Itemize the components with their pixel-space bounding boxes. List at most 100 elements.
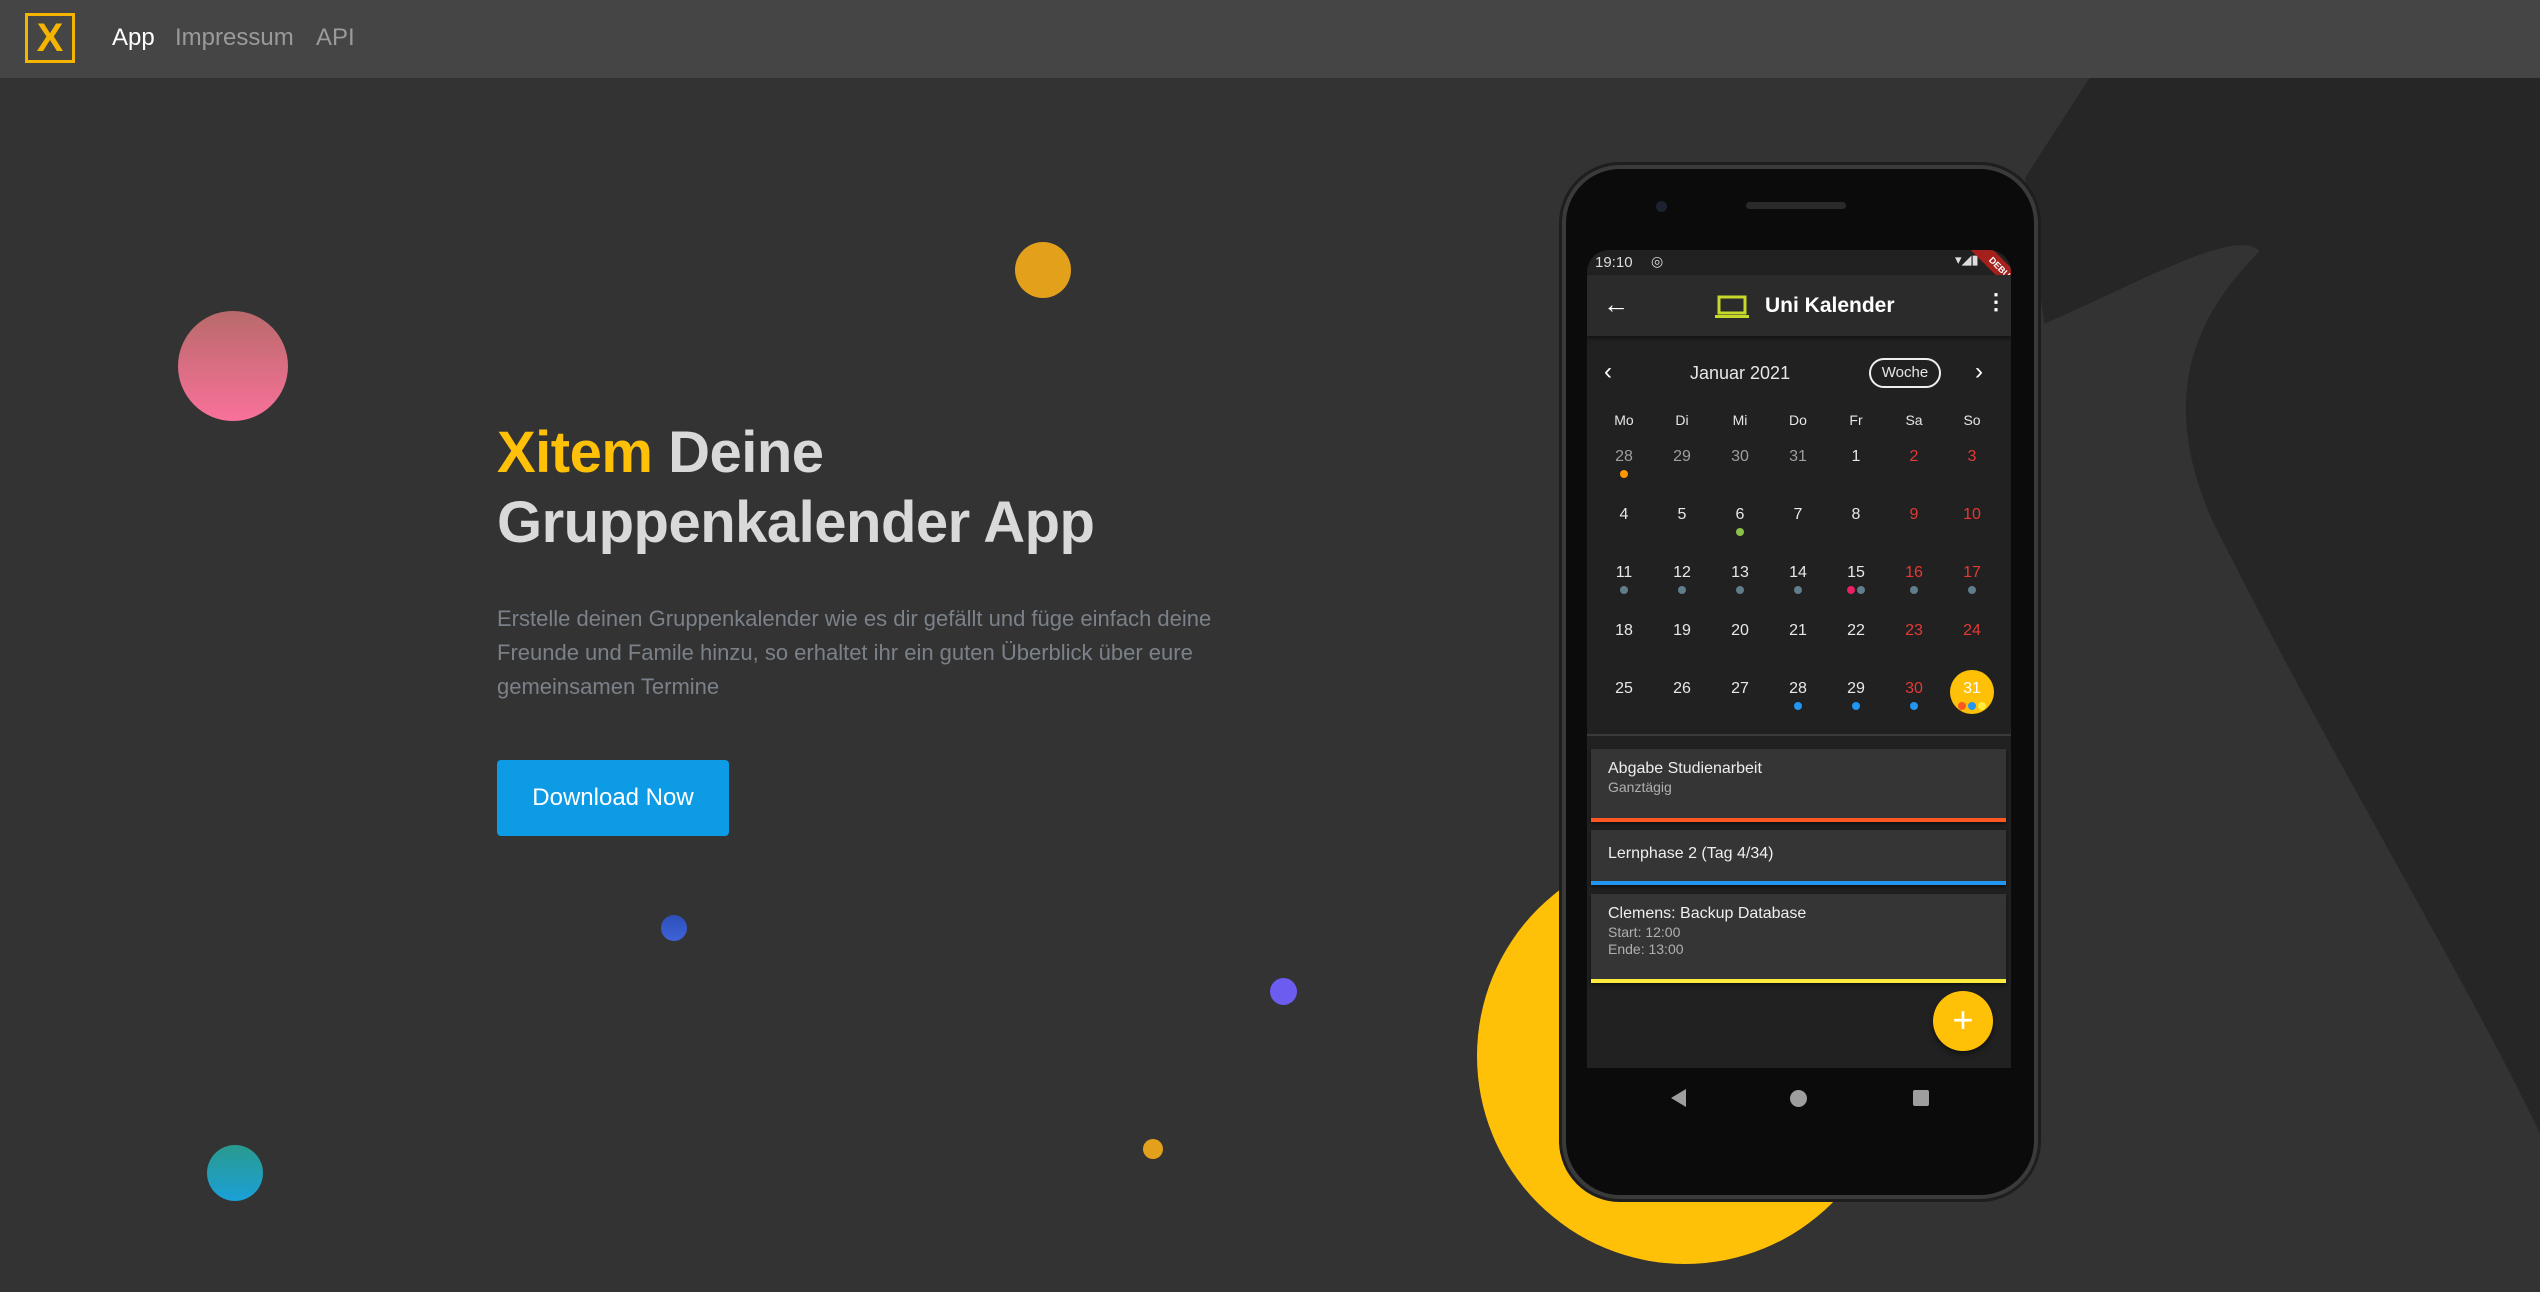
event-card[interactable]: Abgabe Studienarbeit Ganztägig: [1591, 749, 2006, 822]
event-card[interactable]: Lernphase 2 (Tag 4/34): [1591, 830, 2006, 885]
app-bar: ← Uni Kalender ⋮: [1587, 275, 2011, 336]
nav-link-impressum[interactable]: Impressum: [175, 24, 294, 52]
calendar-day[interactable]: 27: [1715, 680, 1765, 698]
event-dots: [1889, 702, 1939, 710]
event-dot: [1910, 586, 1918, 594]
calendar-day[interactable]: 29: [1831, 680, 1881, 698]
add-event-fab[interactable]: +: [1933, 991, 1993, 1051]
week-view-button[interactable]: Woche: [1869, 358, 1941, 388]
android-recents-icon[interactable]: [1913, 1090, 1929, 1106]
event-dots: [1947, 702, 1997, 710]
event-dot: [1736, 528, 1744, 536]
decor-circle-purple: [1270, 978, 1297, 1005]
phone-screen: 19:10 ◎ ▾◢▮ DEBUG ← Uni Kalender ⋮ ‹ Jan…: [1587, 250, 2011, 1068]
calendar-day[interactable]: 10: [1947, 506, 1997, 524]
event-detail: Ende: 13:00: [1608, 941, 1684, 957]
calendar-day[interactable]: 28: [1599, 448, 1649, 466]
event-dot: [1857, 586, 1865, 594]
event-dots: [1889, 586, 1939, 594]
event-dot: [1620, 470, 1628, 478]
decor-circle-pink: [178, 311, 288, 421]
calendar-day[interactable]: 24: [1947, 622, 1997, 640]
calendar-day[interactable]: 7: [1773, 506, 1823, 524]
calendar-day[interactable]: 1: [1831, 448, 1881, 466]
nav-link-api[interactable]: API: [316, 24, 355, 52]
hero-title: Xitem Deine Gruppenkalender App: [497, 418, 1257, 558]
background-blob: [2024, 77, 2540, 1134]
calendar-day[interactable]: 19: [1657, 622, 1707, 640]
event-dot: [1968, 702, 1976, 710]
decor-circle-orange: [1015, 242, 1071, 298]
event-detail: Ganztägig: [1608, 779, 1672, 795]
calendar-day[interactable]: 8: [1831, 506, 1881, 524]
more-options-icon[interactable]: ⋮: [1985, 289, 2007, 315]
android-home-icon[interactable]: [1790, 1090, 1807, 1107]
event-color-bar: [1591, 979, 2006, 983]
status-time: 19:10: [1595, 254, 1633, 271]
hero-title-line2: Gruppenkalender App: [497, 490, 1095, 555]
event-color-bar: [1591, 881, 2006, 885]
event-dots: [1773, 586, 1823, 594]
event-title: Clemens: Backup Database: [1608, 905, 1807, 922]
phone-speaker: [1746, 202, 1846, 209]
calendar-day[interactable]: 18: [1599, 622, 1649, 640]
event-dot: [1736, 586, 1744, 594]
event-dot: [1968, 586, 1976, 594]
weekday-sa: Sa: [1905, 412, 1923, 428]
calendar-day[interactable]: 4: [1599, 506, 1649, 524]
decor-circle-teal: [207, 1145, 263, 1201]
calendar-day[interactable]: 3: [1947, 448, 1997, 466]
calendar-day[interactable]: 17: [1947, 564, 1997, 582]
calendar-day[interactable]: 28: [1773, 680, 1823, 698]
calendar-day[interactable]: 30: [1889, 680, 1939, 698]
calendar-day[interactable]: 25: [1599, 680, 1649, 698]
event-dots: [1657, 586, 1707, 594]
month-label: Januar 2021: [1690, 363, 1791, 383]
calendar-day[interactable]: 12: [1657, 564, 1707, 582]
event-dot: [1794, 702, 1802, 710]
event-detail: Start: 12:00: [1608, 924, 1681, 940]
sync-icon: ◎: [1651, 253, 1664, 269]
event-dot: [1910, 702, 1918, 710]
event-dot: [1852, 702, 1860, 710]
calendar-day[interactable]: 29: [1657, 448, 1707, 466]
prev-month-icon[interactable]: ‹: [1604, 358, 1612, 386]
calendar-day[interactable]: 6: [1715, 506, 1765, 524]
calendar-day[interactable]: 14: [1773, 564, 1823, 582]
download-now-button[interactable]: Download Now: [497, 760, 729, 836]
calendar-title: Uni Kalender: [1765, 294, 1895, 317]
event-dots: [1773, 702, 1823, 710]
calendar-day[interactable]: 22: [1831, 622, 1881, 640]
calendar-day[interactable]: 9: [1889, 506, 1939, 524]
weekday-mi: Mi: [1732, 412, 1748, 428]
calendar-day[interactable]: 20: [1715, 622, 1765, 640]
event-dots: [1599, 470, 1649, 478]
calendar-day[interactable]: 31: [1947, 680, 1997, 698]
event-color-bar: [1591, 818, 2006, 822]
top-navbar: X App Impressum API: [0, 0, 2540, 78]
android-back-icon[interactable]: [1671, 1089, 1686, 1107]
divider: [1587, 734, 2011, 736]
next-month-icon[interactable]: ›: [1975, 358, 1983, 386]
nav-link-app[interactable]: App: [112, 24, 155, 52]
calendar-day[interactable]: 2: [1889, 448, 1939, 466]
calendar-day[interactable]: 5: [1657, 506, 1707, 524]
calendar-day[interactable]: 16: [1889, 564, 1939, 582]
calendar-day[interactable]: 11: [1599, 564, 1649, 582]
calendar-day[interactable]: 26: [1657, 680, 1707, 698]
calendar-day[interactable]: 30: [1715, 448, 1765, 466]
calendar-day[interactable]: 21: [1773, 622, 1823, 640]
calendar-day[interactable]: 31: [1773, 448, 1823, 466]
calendar-day[interactable]: 15: [1831, 564, 1881, 582]
brand-name: Xitem: [497, 420, 653, 485]
calendar-day[interactable]: 13: [1715, 564, 1765, 582]
back-arrow-icon[interactable]: ←: [1603, 289, 1629, 320]
decor-circle-small-orange: [1143, 1139, 1163, 1159]
xitem-logo[interactable]: X: [25, 13, 75, 63]
event-dots: [1715, 528, 1765, 536]
event-dots: [1599, 586, 1649, 594]
event-card[interactable]: Clemens: Backup Database Start: 12:00 Ende…: [1591, 894, 2006, 983]
event-dots: [1947, 586, 1997, 594]
calendar-day[interactable]: 23: [1889, 622, 1939, 640]
event-dot: [1620, 586, 1628, 594]
